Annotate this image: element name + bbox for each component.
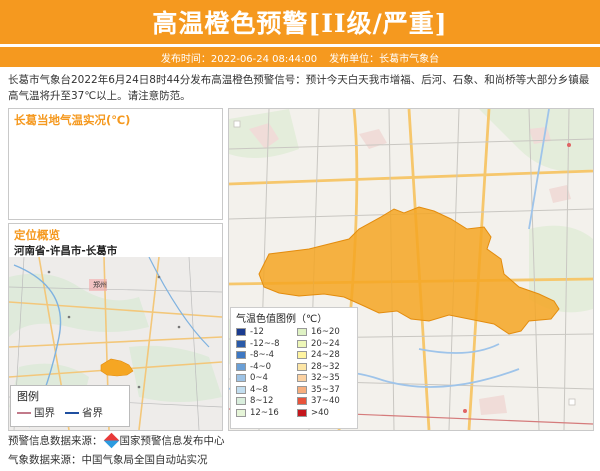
color-legend-item: 4~8 <box>236 385 291 396</box>
color-legend-item: 12~16 <box>236 408 291 419</box>
color-legend-label: -4~0 <box>250 361 272 372</box>
color-legend-item: 28~32 <box>297 362 352 373</box>
location-overview-title: 定位概览 <box>14 228 60 242</box>
color-swatch <box>236 385 246 394</box>
color-legend-label: -8~-4 <box>250 350 275 361</box>
warning-title: 高温橙色预警[II级/严重] <box>152 9 448 38</box>
temperature-color-legend-title: 气温色值图例（℃） <box>236 314 328 325</box>
color-legend-item: 24~28 <box>297 350 352 361</box>
color-legend-label: 0~4 <box>250 373 268 384</box>
warning-description: 长葛市气象台2022年6月24日8时44分发布高温橙色预警信号：预计今天白天我市… <box>8 74 590 102</box>
local-temperature-title: 长葛当地气温实况(℃) <box>14 113 131 127</box>
color-swatch <box>236 351 246 360</box>
color-legend-label: >40 <box>311 407 329 418</box>
meta-bar: 发布时间：2022-06-24 08:44:00 发布单位：长葛市气象台 <box>0 47 600 67</box>
color-swatch <box>236 362 246 371</box>
boundary-legend: 图例 国界 省界 <box>10 385 130 427</box>
color-legend-label: 12~16 <box>250 407 279 418</box>
publish-time: 发布时间：2022-06-24 08:44:00 <box>160 53 318 65</box>
color-legend-item: 20~24 <box>297 339 352 350</box>
color-legend-item: -4~0 <box>236 362 291 373</box>
color-swatch <box>297 397 307 406</box>
local-temperature-panel: 长葛当地气温实况(℃) <box>8 108 223 220</box>
color-swatch <box>297 362 307 371</box>
color-legend-item: -12~-8 <box>236 339 291 350</box>
color-legend-label: 32~35 <box>311 373 340 384</box>
national-warning-center-logo-icon <box>103 432 119 449</box>
temperature-color-legend: 气温色值图例（℃） -12 16~20 -12~-8 20~24 -8~-4 24~28-… <box>230 307 358 429</box>
color-legend-item: 37~40 <box>297 396 352 407</box>
color-legend-item: 16~20 <box>297 327 352 338</box>
color-swatch <box>236 397 246 406</box>
color-legend-item: >40 <box>297 408 352 419</box>
color-swatch <box>236 374 246 383</box>
color-legend-label: 35~37 <box>311 384 340 395</box>
color-legend-item: 35~37 <box>297 385 352 396</box>
publish-unit: 发布单位：长葛市气象台 <box>329 53 440 65</box>
color-swatch <box>297 385 307 394</box>
color-legend-item: 0~4 <box>236 373 291 384</box>
national-border-line-icon <box>17 411 31 414</box>
color-legend-label: 37~40 <box>311 396 340 407</box>
color-legend-item: 32~35 <box>297 373 352 384</box>
color-swatch <box>297 328 307 337</box>
header-banner: 高温橙色预警[II级/严重] <box>0 0 600 44</box>
boundary-legend-title: 图例 <box>17 390 39 403</box>
color-legend-item: -8~-4 <box>236 350 291 361</box>
color-legend-label: 28~32 <box>311 361 340 372</box>
color-swatch <box>236 408 246 417</box>
temperature-color-legend-grid: -12 16~20 -12~-8 20~24 -8~-4 24~28 -4~0 28~32 0~… <box>236 327 352 418</box>
color-legend-label: 24~28 <box>311 350 340 361</box>
color-swatch <box>297 374 307 383</box>
color-swatch <box>297 408 307 417</box>
zhengzhou-label: 郑州 <box>93 281 107 289</box>
warning-data-source: 预警信息数据来源： 国家预警信息发布中心 <box>8 432 225 449</box>
legend-provincial-border: 省界 <box>65 405 103 420</box>
color-swatch <box>236 339 246 348</box>
color-legend-item: 8~12 <box>236 396 291 407</box>
color-swatch <box>297 339 307 348</box>
weather-data-source-name: 中国气象局全国自动站实况 <box>81 454 208 466</box>
color-legend-label: -12~-8 <box>250 338 280 349</box>
location-path: 河南省-许昌市-长葛市 <box>14 245 118 257</box>
color-legend-label: -12 <box>250 327 264 338</box>
color-swatch <box>297 351 307 360</box>
warning-data-source-link[interactable]: 国家预警信息发布中心 <box>120 433 225 448</box>
provincial-border-line-icon <box>65 411 79 414</box>
color-legend-label: 16~20 <box>311 327 340 338</box>
color-legend-item: -12 <box>236 327 291 338</box>
weather-data-source: 气象数据来源： 中国气象局全国自动站实况 <box>8 454 208 466</box>
color-legend-label: 4~8 <box>250 384 268 395</box>
legend-national-border: 国界 <box>17 405 55 420</box>
color-swatch <box>236 328 246 337</box>
color-legend-label: 8~12 <box>250 396 274 407</box>
color-legend-label: 20~24 <box>311 338 340 349</box>
